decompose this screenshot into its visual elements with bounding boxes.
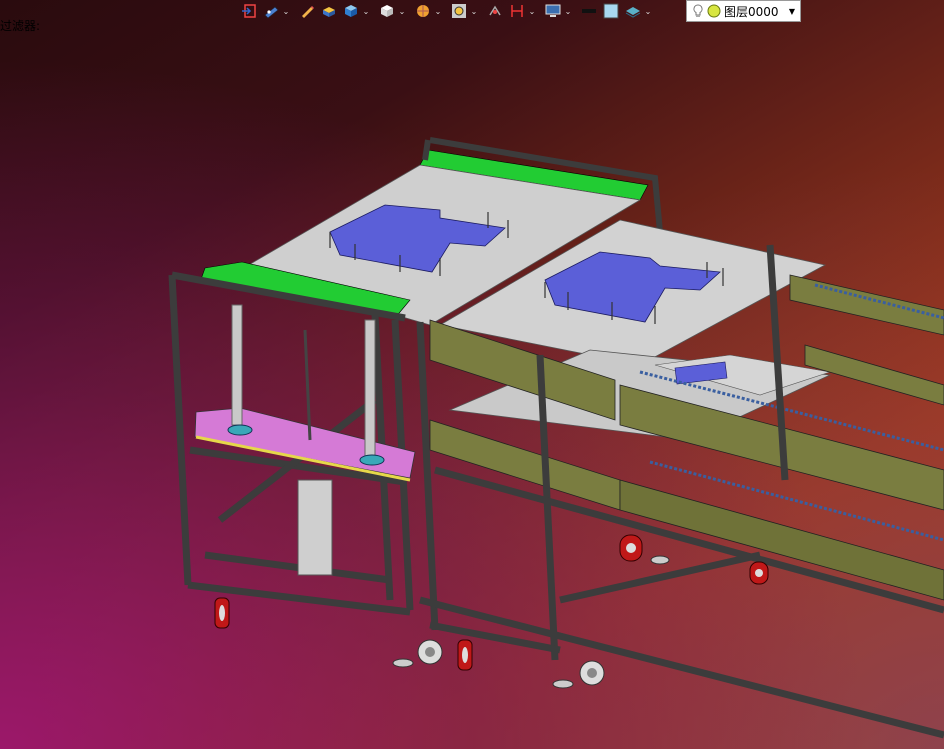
cylinder [297, 479, 333, 576]
olive-beam-5 [789, 274, 944, 336]
caster-wheel [457, 639, 473, 671]
caster-wheel [619, 534, 643, 562]
caster-wheel [579, 660, 605, 686]
guide-rod [231, 304, 243, 426]
flange [359, 454, 385, 466]
leveling-foot [552, 679, 574, 689]
cad-3d-model[interactable] [0, 0, 944, 749]
screw-rod [303, 329, 312, 441]
caster-wheel [749, 561, 769, 585]
guide-rod [364, 319, 376, 461]
caster-wheel [214, 597, 230, 629]
leveling-foot [650, 555, 670, 565]
leveling-foot [392, 658, 414, 668]
caster-wheel [417, 639, 443, 665]
flange [227, 424, 253, 436]
frame-post [422, 139, 431, 161]
